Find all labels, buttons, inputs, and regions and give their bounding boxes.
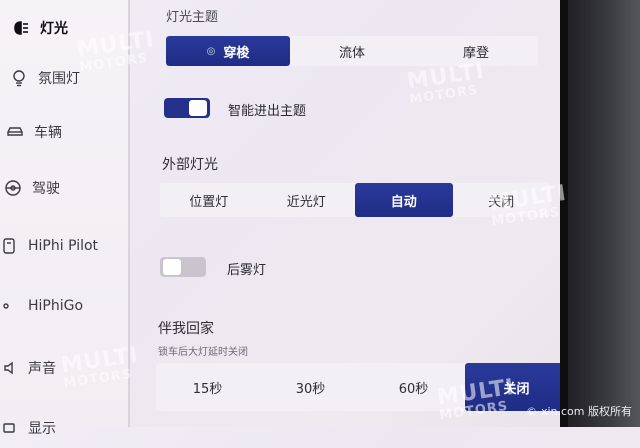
ambient-light-icon [10,69,28,87]
theme-option-shuttle[interactable]: ◎ 穿梭 [166,36,290,66]
exterior-lights-title: 外部灯光 [162,157,218,173]
steering-wheel-icon [4,179,22,197]
exterior-option-off[interactable]: 关闭 [453,183,551,217]
toggle-knob [189,100,207,116]
sidebar-item-label: 车辆 [34,125,62,141]
pilot-icon [0,237,18,255]
rear-fog-label: 后雾灯 [227,263,267,278]
light-theme-title: 灯光主题 [166,10,219,25]
sidebar-item-driving[interactable]: 驾驶 [4,168,132,208]
theme-option-modern[interactable]: 摩登 [414,36,538,66]
toggle-knob [163,259,181,275]
sidebar-item-label: 氛围灯 [38,71,80,87]
sidebar-item-label: HiPhiGo [28,298,84,314]
sidebar-item-lights[interactable]: 灯光 [12,8,140,48]
sidebar-item-vehicle[interactable]: 车辆 [6,112,134,152]
exterior-option-position[interactable]: 位置灯 [160,183,258,217]
exterior-option-auto[interactable]: 自动 [355,183,453,217]
sidebar-item-ambient[interactable]: 氛围灯 [10,58,138,98]
sidebar-item-label: 声音 [28,361,56,377]
sidebar-item-hiphi-pilot[interactable]: HiPhi Pilot [0,226,128,266]
follow-home-title: 伴我回家 [158,321,214,337]
sidebar: 灯光 氛围灯 车辆 驾驶 HiPhi Pilot HiPhiGo 声音 显示 [0,0,132,437]
follow-home-option-15s[interactable]: 15秒 [156,363,259,411]
sidebar-item-sound[interactable]: 声音 [0,348,128,388]
theme-option-fluid[interactable]: 流体 [290,36,414,66]
sidebar-item-hiphigo[interactable]: HiPhiGo [0,286,128,326]
exterior-lights-selector: 位置灯 近光灯 自动 关闭 [160,183,550,217]
hiphigo-icon [0,297,18,315]
sidebar-item-label: 显示 [28,421,56,437]
shuttle-icon: ◎ [206,45,216,57]
copyright-icon: © [525,404,537,418]
lights-settings-panel: 灯光主题 ◎ 穿梭 流体 摩登 智能进出主题 外部灯光 位置灯 近光灯 自动 关… [130,0,568,427]
follow-home-option-60s[interactable]: 60秒 [362,363,465,411]
display-icon [0,419,18,437]
sidebar-item-label: HiPhi Pilot [28,238,99,254]
sidebar-item-label: 灯光 [40,21,68,37]
car-icon [6,123,24,141]
copyright-credit: © xin.com 版权所有 [525,404,632,419]
follow-home-option-30s[interactable]: 30秒 [259,363,362,411]
bezel-edge [560,0,568,427]
sidebar-item-display[interactable]: 显示 [0,408,128,448]
rear-fog-toggle[interactable] [160,257,206,277]
smart-theme-toggle[interactable] [164,98,210,118]
follow-home-selector: 15秒 30秒 60秒 关闭 [156,363,568,411]
screen-bezel [560,0,640,427]
headlight-icon [12,19,30,37]
sidebar-item-label: 驾驶 [32,181,60,197]
sound-icon [0,359,18,377]
exterior-option-low-beam[interactable]: 近光灯 [258,183,356,217]
smart-theme-label: 智能进出主题 [228,104,307,119]
follow-home-subtitle: 锁车后大灯延时关闭 [158,347,248,358]
light-theme-selector: ◎ 穿梭 流体 摩登 [166,36,538,66]
